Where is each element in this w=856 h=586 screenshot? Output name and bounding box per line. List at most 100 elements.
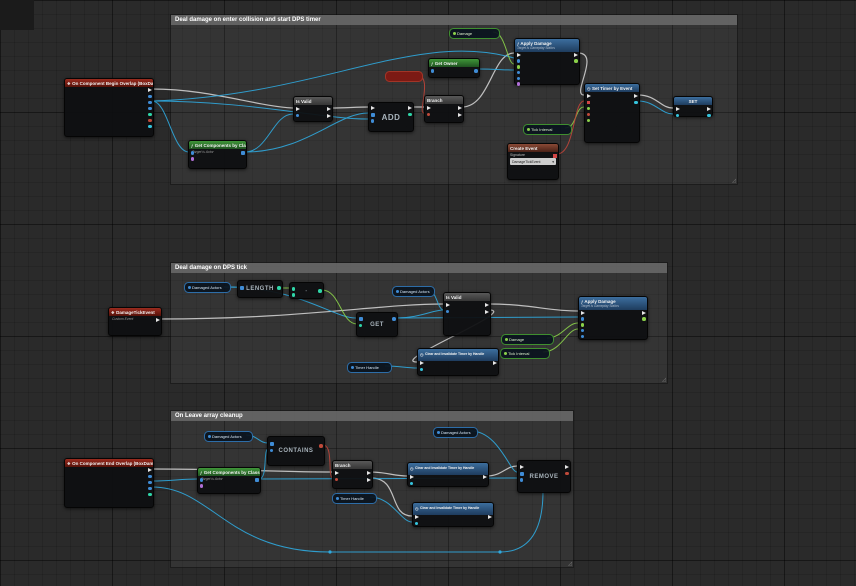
- node-array-add[interactable]: ADD: [368, 102, 414, 132]
- node-is-valid[interactable]: Is Valid: [293, 96, 333, 122]
- reroute-node[interactable]: [328, 550, 332, 554]
- is-valid-exec-pin[interactable]: [484, 303, 489, 307]
- other-comp-pin[interactable]: [148, 486, 152, 490]
- exec-wire[interactable]: [370, 477, 413, 517]
- item-pin[interactable]: [519, 478, 523, 482]
- condition-pin[interactable]: [426, 112, 430, 116]
- node-array-contains[interactable]: CONTAINS: [267, 436, 325, 466]
- damage-causer-pin[interactable]: [580, 334, 584, 339]
- b-pin[interactable]: [291, 293, 295, 297]
- node-is-valid[interactable]: Is Valid: [443, 292, 491, 336]
- true-exec-pin[interactable]: [457, 106, 462, 110]
- from-sweep-pin[interactable]: [148, 118, 152, 122]
- event-instigator-pin[interactable]: [580, 328, 584, 333]
- false-exec-pin[interactable]: [457, 112, 462, 117]
- return-value-pin[interactable]: [642, 317, 646, 321]
- exec-in-pin[interactable]: [516, 53, 521, 57]
- node-get-components-by-class[interactable]: ƒ Get Components by Class Target is Acto…: [197, 467, 261, 494]
- reroute-node[interactable]: [498, 550, 502, 554]
- target-array-pin[interactable]: [519, 471, 524, 476]
- exec-wire[interactable]: [488, 303, 579, 312]
- event-delegate-pin[interactable]: [586, 100, 590, 104]
- exec-in-pin[interactable]: [675, 107, 680, 111]
- index-out-pin[interactable]: [408, 112, 412, 116]
- exec-wire[interactable]: [370, 471, 408, 477]
- component-class-pin[interactable]: [199, 484, 203, 488]
- new-item-pin[interactable]: [370, 119, 374, 123]
- node-get-components-by-class[interactable]: ƒ Get Components by Class Target is Acto…: [188, 140, 247, 169]
- variable-pill-damage[interactable]: Damage: [449, 28, 500, 39]
- handle-pin[interactable]: [419, 367, 423, 371]
- node-array-get[interactable]: GET: [356, 312, 398, 337]
- node-clear-invalidate-timer[interactable]: ◷ Clear and Invalidate Timer by Handle: [417, 348, 499, 376]
- base-damage-pin[interactable]: [516, 65, 520, 69]
- exec-out-pin[interactable]: [706, 107, 711, 111]
- variable-pill-tick-interval[interactable]: Tick Interval: [523, 124, 572, 135]
- value-in-pin[interactable]: [675, 113, 679, 117]
- variable-pill-tick-interval[interactable]: Tick Interval: [500, 348, 550, 359]
- node-apply-damage[interactable]: ƒ Apply Damage Target is Gameplay Static…: [514, 38, 580, 86]
- variable-pill-damaged-actors[interactable]: Damaged Actors: [433, 427, 478, 438]
- is-not-valid-exec-pin[interactable]: [326, 113, 331, 118]
- exec-out-pin[interactable]: [564, 465, 569, 469]
- base-damage-pin[interactable]: [580, 323, 584, 327]
- event-instigator-pin[interactable]: [516, 70, 520, 75]
- is-valid-exec-pin[interactable]: [326, 107, 331, 111]
- signature-dropdown[interactable]: DamageTickEvent ▾: [510, 158, 556, 165]
- other-actor-pin[interactable]: [148, 480, 152, 484]
- node-array-length[interactable]: LENGTH: [237, 280, 283, 298]
- event-out-pin[interactable]: [553, 154, 557, 158]
- condition-pin[interactable]: [334, 477, 338, 481]
- node-damage-tick-event[interactable]: ❖ DamageTickEvent Custom Event: [108, 307, 162, 336]
- looping-pin[interactable]: [586, 112, 590, 116]
- removed-bool-pin[interactable]: [565, 471, 569, 475]
- index-pin[interactable]: [358, 323, 362, 327]
- object-wire[interactable]: [151, 100, 190, 153]
- component-class-pin[interactable]: [190, 157, 194, 161]
- node-on-component-begin-overlap[interactable]: ❖ On Component Begin Overlap (BoxDamage): [64, 78, 154, 137]
- node-clear-invalidate-timer[interactable]: ◷ Clear and Invalidate Timer by Handle: [407, 462, 489, 487]
- other-comp-pin[interactable]: [148, 106, 152, 110]
- exec-out-pin[interactable]: [633, 94, 638, 98]
- return-value-pin[interactable]: [634, 100, 638, 104]
- exec-out-pin[interactable]: [407, 106, 412, 110]
- variable-pill-damage[interactable]: Damage: [501, 334, 554, 345]
- variable-pill-timer-handle[interactable]: Timer Handle: [347, 362, 392, 373]
- exec-wire[interactable]: [151, 88, 294, 109]
- time-pin[interactable]: [586, 106, 590, 110]
- node-clear-invalidate-timer[interactable]: ◷ Clear and Invalidate Timer by Handle: [412, 502, 494, 527]
- exec-in-pin[interactable]: [419, 361, 424, 365]
- components-array-pin[interactable]: [240, 151, 245, 155]
- object-wire[interactable]: [151, 478, 198, 482]
- node-on-component-end-overlap[interactable]: ❖ On Component End Overlap (BoxDamage): [64, 458, 154, 508]
- object-wire[interactable]: [395, 309, 445, 319]
- exec-in-pin[interactable]: [586, 94, 591, 98]
- node-apply-damage[interactable]: ƒ Apply Damage Target is Gameplay Static…: [578, 296, 648, 340]
- node-array-remove[interactable]: REMOVE: [517, 460, 571, 493]
- object-wire[interactable]: [477, 68, 515, 71]
- node-set-variable[interactable]: SET: [673, 96, 713, 117]
- length-out-pin[interactable]: [277, 286, 281, 290]
- exec-in-pin[interactable]: [414, 515, 419, 519]
- false-exec-pin[interactable]: [366, 477, 371, 482]
- array-in-pin[interactable]: [358, 317, 363, 321]
- exec-in-pin[interactable]: [295, 107, 300, 111]
- value-out-pin[interactable]: [707, 113, 711, 117]
- object-wire[interactable]: [244, 113, 294, 153]
- variable-pill-red[interactable]: [385, 71, 423, 82]
- blueprint-graph-canvas[interactable]: Deal damage on enter collision and start…: [0, 0, 856, 586]
- exec-in-pin[interactable]: [409, 475, 414, 479]
- exec-out-pin[interactable]: [482, 475, 487, 479]
- node-set-timer-by-event[interactable]: ◷ Set Timer by Event: [584, 83, 640, 143]
- damage-type-class-pin[interactable]: [516, 82, 520, 86]
- exec-out-pin[interactable]: [147, 88, 152, 92]
- exec-in-pin[interactable]: [426, 106, 431, 110]
- components-array-pin[interactable]: [254, 478, 259, 482]
- overlapped-component-pin[interactable]: [148, 474, 152, 478]
- handle-pin[interactable]: [409, 481, 413, 485]
- return-value-pin[interactable]: [574, 59, 578, 63]
- result-pin[interactable]: [318, 289, 322, 293]
- exec-in-pin[interactable]: [370, 106, 375, 110]
- exec-out-pin[interactable]: [155, 318, 160, 322]
- is-not-valid-exec-pin[interactable]: [484, 309, 489, 314]
